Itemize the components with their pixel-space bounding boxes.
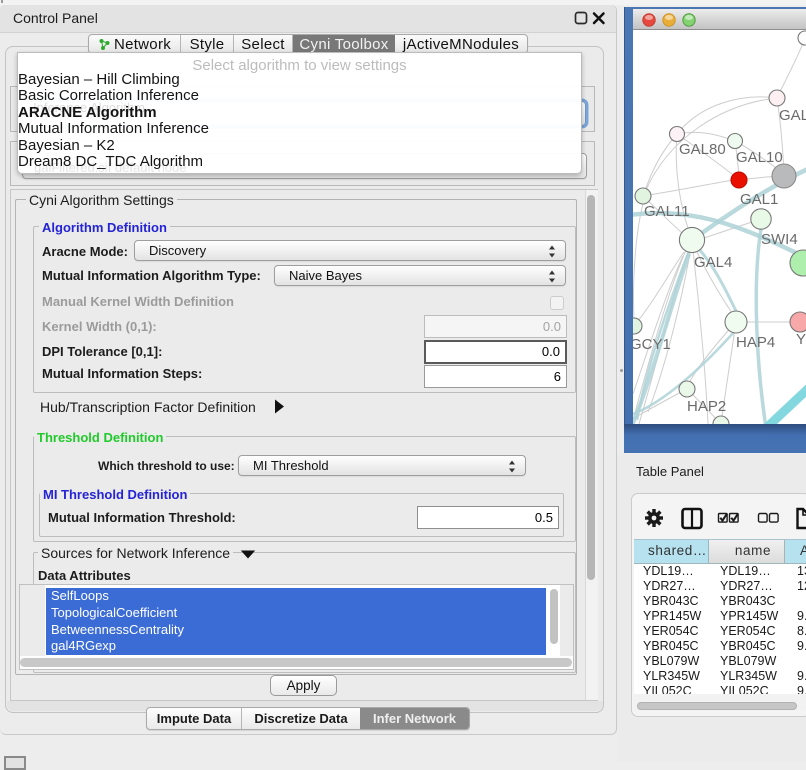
svg-text:GAL11: GAL11 xyxy=(644,203,690,220)
svg-text:GCY1: GCY1 xyxy=(633,336,671,353)
svg-text:HAP2: HAP2 xyxy=(687,398,726,415)
svg-text:GAL7: GAL7 xyxy=(779,107,806,124)
svg-text:SWI4: SWI4 xyxy=(761,231,798,248)
svg-text:GAL80: GAL80 xyxy=(679,141,726,158)
svg-text:HAP4: HAP4 xyxy=(736,334,775,351)
svg-text:GAL10: GAL10 xyxy=(736,149,783,166)
svg-text:Y: Y xyxy=(796,331,806,348)
svg-text:GAL1: GAL1 xyxy=(740,191,778,208)
svg-text:GAL4: GAL4 xyxy=(694,254,732,271)
